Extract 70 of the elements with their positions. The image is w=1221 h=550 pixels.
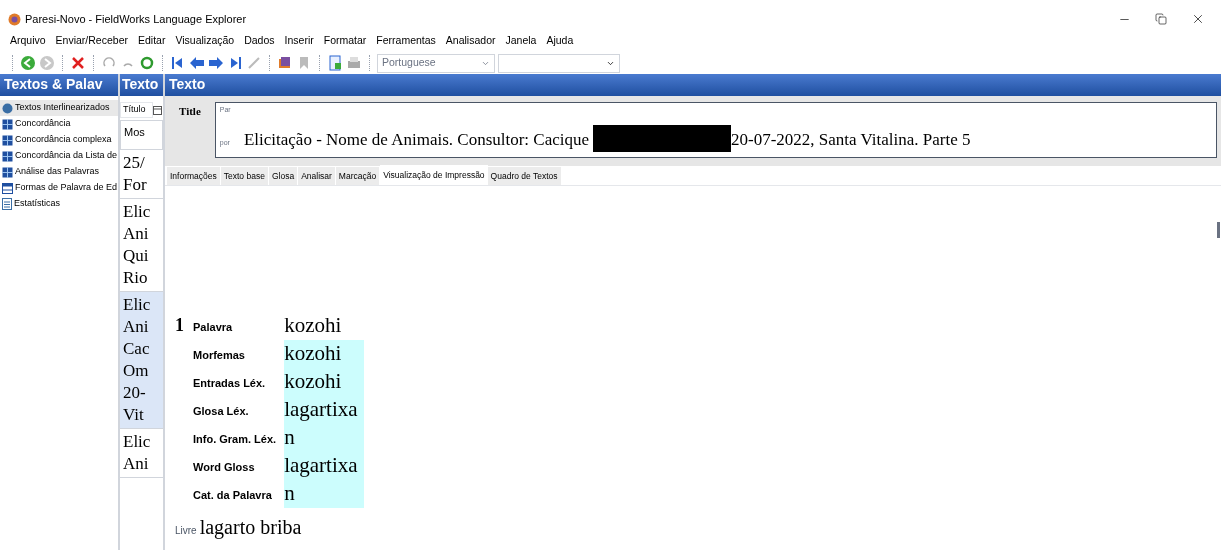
column-chooser-icon[interactable] bbox=[153, 105, 162, 115]
sidebar-item[interactable]: Concordância complexa bbox=[0, 132, 118, 148]
column-header[interactable]: Título bbox=[120, 102, 153, 118]
grid-icon bbox=[2, 118, 13, 130]
scrollbar-thumb[interactable] bbox=[1217, 222, 1220, 238]
pane-header: Textos & Palav bbox=[0, 74, 118, 96]
line-label: Cat. da Palavra bbox=[193, 488, 273, 503]
tab[interactable]: Quadro de Textos bbox=[487, 167, 562, 185]
menu-item[interactable]: Ferramentas bbox=[376, 33, 436, 49]
sidebar-item[interactable]: Textos Interlinearizados bbox=[0, 100, 118, 116]
menu-item[interactable]: Formatar bbox=[323, 33, 367, 49]
arrow-left-icon[interactable] bbox=[189, 55, 205, 71]
tab[interactable]: Marcação bbox=[335, 167, 381, 185]
line-label: Info. Gram. Léx. bbox=[193, 432, 278, 447]
tab[interactable]: Glosa bbox=[268, 167, 299, 185]
text-list-item[interactable]: Elic Ani Cac Om 20- Vit bbox=[120, 292, 163, 429]
tab[interactable]: Informações bbox=[167, 167, 221, 185]
line-label: Glosa Léx. bbox=[193, 404, 250, 419]
pane-header: Texto bbox=[165, 74, 1221, 96]
line-value: kozohi bbox=[284, 340, 364, 368]
menu-item[interactable]: Arquivo bbox=[10, 33, 46, 49]
sidebar-item[interactable]: Análise das Palavras bbox=[0, 164, 118, 180]
line-label: Entradas Léx. bbox=[193, 376, 267, 391]
menu-item[interactable]: Ajuda bbox=[546, 33, 574, 49]
printer-icon[interactable] bbox=[346, 55, 362, 71]
line-value: kozohi bbox=[284, 368, 364, 396]
text-list-item[interactable]: Elic Ani bbox=[120, 429, 163, 478]
tab[interactable]: Analisar bbox=[298, 167, 336, 185]
grid-icon bbox=[2, 166, 13, 178]
title-label: Title bbox=[179, 104, 201, 119]
line-value: n bbox=[284, 424, 364, 452]
add-document-icon[interactable] bbox=[327, 55, 343, 71]
free-translation: lagarto briba bbox=[199, 515, 302, 541]
title-text: 20-07-2022, Santa Vitalina. Parte 5 bbox=[731, 128, 971, 151]
back-icon[interactable] bbox=[20, 55, 36, 71]
line-label: Morfemas bbox=[193, 348, 246, 363]
tab[interactable]: Texto base bbox=[220, 167, 269, 185]
grid-icon bbox=[2, 134, 13, 146]
line-value: lagartixa bbox=[284, 452, 364, 480]
free-translation-label: Livre bbox=[175, 524, 197, 538]
menu-item[interactable]: Editar bbox=[138, 33, 166, 49]
sidebar-item[interactable]: Concordância da Lista de bbox=[0, 148, 118, 164]
sidebar-item[interactable]: Estatísticas bbox=[0, 196, 118, 212]
close-icon[interactable] bbox=[1191, 12, 1205, 26]
sidebar-item[interactable]: Concordância bbox=[0, 116, 118, 132]
delete-icon[interactable] bbox=[70, 55, 86, 71]
globe-icon bbox=[2, 102, 13, 114]
arrow-right-icon[interactable] bbox=[208, 55, 224, 71]
menu-item[interactable]: Analisador bbox=[445, 33, 496, 49]
menu-item[interactable]: Dados bbox=[244, 33, 275, 49]
menu-item[interactable]: Janela bbox=[505, 33, 537, 49]
line-label: Palavra bbox=[193, 320, 234, 335]
title-text: Elicitação - Nome de Animais. Consultor: Cacique bbox=[243, 128, 590, 151]
grid-icon bbox=[2, 150, 13, 162]
line-value: n bbox=[284, 480, 364, 508]
menu-item[interactable]: Enviar/Receber bbox=[55, 33, 128, 49]
window-title: Paresi-Novo - FieldWorks Language Explorer bbox=[25, 11, 247, 27]
writing-system-dropdown[interactable]: Portuguese bbox=[377, 53, 495, 73]
menu-item[interactable]: Visualização bbox=[175, 33, 235, 49]
sidebar-item[interactable]: Formas de Palavra de Ed bbox=[0, 180, 118, 196]
restore-icon[interactable] bbox=[1155, 13, 1167, 25]
menu-item[interactable]: Inserir bbox=[284, 33, 314, 49]
filter-field[interactable]: Mos bbox=[120, 120, 163, 150]
app-icon bbox=[8, 12, 21, 26]
line-label: Word Gloss bbox=[193, 460, 256, 475]
segment-number: 1 bbox=[175, 314, 185, 337]
text-list-item[interactable]: 25/ For bbox=[120, 150, 163, 199]
line-value: lagartixa bbox=[284, 396, 364, 424]
pane-header: Texto bbox=[120, 74, 163, 96]
line-value: kozohi bbox=[284, 312, 343, 339]
